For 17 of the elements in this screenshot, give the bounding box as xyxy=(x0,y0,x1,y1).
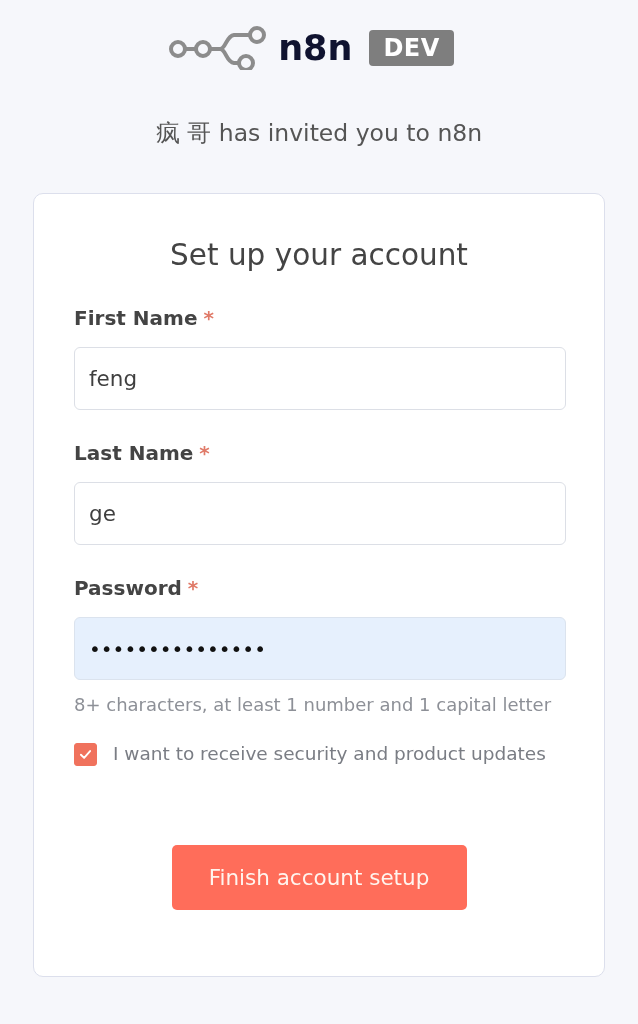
input-field[interactable]: ge xyxy=(74,482,566,545)
checkbox[interactable] xyxy=(74,742,97,766)
field-label: Last Name xyxy=(74,440,194,467)
environment-badge: DEV xyxy=(369,30,454,66)
password-hint: 8+ characters, at least 1 number and 1 capital letter xyxy=(74,693,552,717)
invitation-text: 疯 哥 has invited you to n8n xyxy=(155,118,483,148)
logo-wordmark: n8n xyxy=(278,27,353,70)
field-label: First Name xyxy=(74,305,198,332)
required-mark: * xyxy=(187,575,199,602)
input-field[interactable]: ••••••••••••••• xyxy=(74,617,566,680)
check-icon xyxy=(80,749,91,759)
checkbox-label: I want to receive security and product updates xyxy=(113,742,546,766)
input-field[interactable]: feng xyxy=(74,347,566,410)
required-mark: * xyxy=(199,440,210,467)
card-title: Set up your account xyxy=(170,237,468,274)
required-mark: * xyxy=(203,305,214,332)
field-label: Password xyxy=(74,575,182,602)
